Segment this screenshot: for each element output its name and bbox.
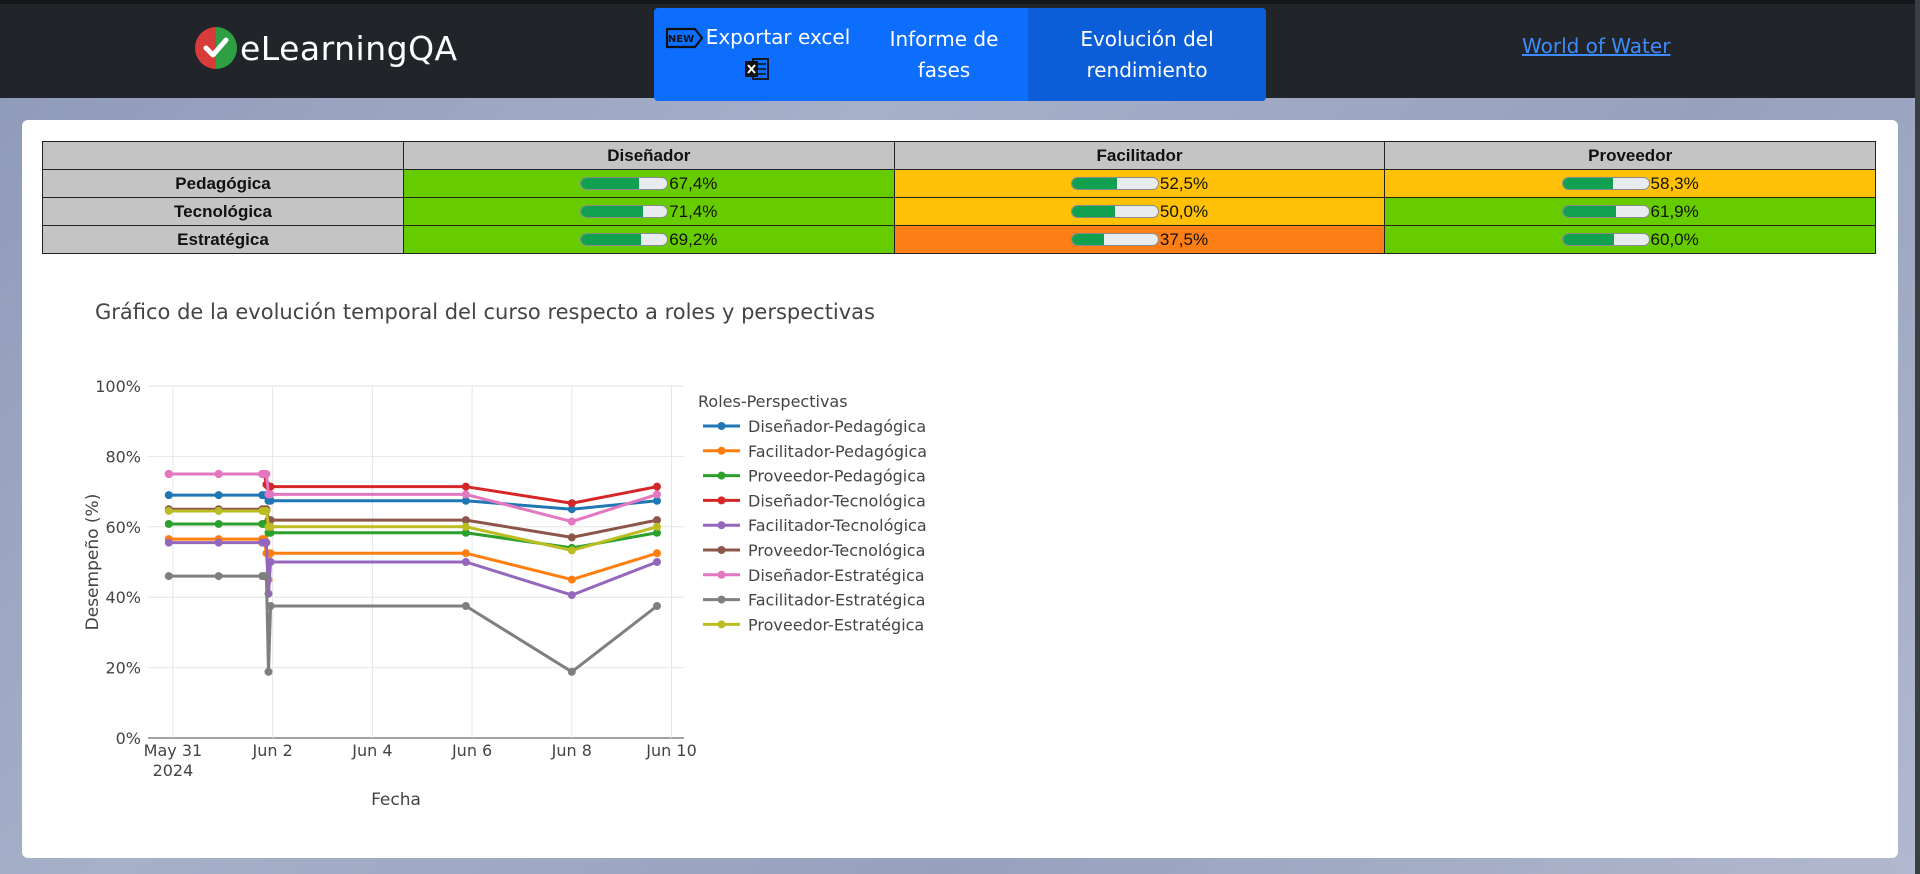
data-point (262, 470, 271, 478)
new-badge-icon: NEW (665, 27, 703, 48)
excel-file-icon (745, 58, 769, 80)
data-point (461, 558, 470, 566)
data-point (567, 667, 576, 676)
legend-item-label: Proveedor-Pedagógica (748, 467, 926, 486)
legend-swatch-marker (717, 496, 726, 505)
data-point (262, 538, 271, 547)
data-point (266, 490, 275, 499)
legend-item-label: Diseñador-Tecnológica (748, 491, 926, 510)
y-tick-label: 20% (105, 659, 141, 678)
data-point (214, 491, 223, 500)
series-line (168, 472, 658, 524)
data-point (264, 667, 273, 676)
y-axis-title: Desempeño (%) (83, 494, 103, 631)
data-point (461, 522, 470, 531)
legend-item-label: Proveedor-Estratégica (748, 615, 924, 634)
informe-fases-button[interactable]: Informe de fases (860, 8, 1028, 101)
data-point (214, 519, 223, 528)
legend-item-label: Facilitador-Pedagógica (748, 442, 927, 461)
chart-title: Gráfico de la evolución temporal del cur… (95, 300, 875, 324)
data-point (652, 558, 661, 566)
data-point (652, 602, 661, 610)
data-point (461, 482, 470, 491)
data-point (652, 490, 661, 499)
data-point (214, 470, 223, 478)
app-name: eLearningQA (240, 28, 458, 68)
x-tick-year-label: 2024 (153, 761, 194, 780)
series-line (168, 541, 658, 597)
y-tick-label: 80% (105, 447, 141, 466)
nav-button-group: NEW Exportar excel Informe de fases Evol… (654, 8, 1266, 101)
evolucion-label-2: rendimiento (1086, 57, 1208, 82)
data-point (652, 522, 661, 531)
x-tick-label: Jun 6 (451, 741, 492, 760)
x-tick-label: Jun 10 (645, 741, 696, 760)
legend-item-label: Diseñador-Estratégica (748, 566, 925, 585)
legend-swatch-marker (717, 620, 726, 629)
data-point (214, 572, 223, 581)
legend-item-label: Facilitador-Estratégica (748, 591, 925, 610)
new-badge-text: NEW (668, 34, 694, 45)
data-point (567, 575, 576, 584)
evolucion-rendimiento-button[interactable]: Evolución del rendimiento (1028, 8, 1266, 101)
data-point (164, 470, 173, 478)
x-tick-label: Jun 4 (351, 741, 392, 760)
data-point (262, 506, 271, 515)
data-point (567, 517, 576, 526)
data-point (652, 549, 661, 558)
evolution-line-chart: Gráfico de la evolución temporal del cur… (83, 300, 927, 810)
data-point (164, 538, 173, 547)
export-excel-label: Exportar excel (705, 25, 851, 49)
data-point (567, 546, 576, 555)
y-tick-label: 100% (95, 377, 141, 396)
legend-item-label: Diseñador-Pedagógica (748, 417, 926, 436)
world-of-water-link[interactable]: World of Water (1522, 34, 1670, 58)
data-point (461, 490, 470, 499)
data-point (567, 499, 576, 508)
data-point (461, 549, 470, 558)
logo[interactable]: eLearningQA (195, 24, 458, 72)
data-point (266, 522, 275, 531)
data-point (164, 491, 173, 500)
data-point (461, 602, 470, 610)
data-point (214, 538, 223, 547)
top-navbar: eLearningQA NEW Exportar excel Informe d… (0, 0, 1920, 101)
y-tick-label: 60% (105, 518, 141, 537)
data-point (652, 482, 661, 491)
data-point (164, 572, 173, 581)
content-panel: Diseñador Facilitador Proveedor Pedagógi… (22, 120, 1898, 858)
export-excel-button[interactable]: NEW Exportar excel (654, 8, 860, 101)
window-scrollbar[interactable] (1915, 0, 1920, 874)
x-tick-label: Jun 8 (551, 741, 592, 760)
series-line (168, 472, 658, 505)
x-axis-title: Fecha (371, 790, 421, 810)
data-point (567, 591, 576, 600)
legend-swatch-marker (717, 471, 726, 480)
legend-swatch-marker (717, 595, 726, 604)
evolucion-label-1: Evolución del (1080, 26, 1214, 51)
legend-title: Roles-Perspectivas (698, 392, 848, 411)
legend-swatch-marker (717, 546, 726, 554)
y-tick-label: 0% (116, 729, 141, 748)
data-point (262, 572, 271, 581)
informe-fases-label-1: Informe de (889, 26, 999, 51)
data-point (164, 506, 173, 515)
checkmark-logo-icon (195, 27, 237, 69)
data-point (266, 602, 275, 610)
data-point (164, 519, 173, 528)
legend-swatch-marker (717, 422, 726, 430)
legend-swatch-marker (717, 446, 726, 455)
legend-swatch-marker (717, 521, 726, 530)
data-point (567, 533, 576, 542)
data-point (214, 506, 223, 515)
x-tick-label: Jun 2 (252, 741, 293, 760)
informe-fases-label-2: fases (917, 57, 971, 82)
legend-swatch-marker (717, 570, 726, 579)
data-point (266, 558, 275, 566)
y-tick-label: 40% (105, 588, 141, 607)
x-tick-label: May 31 (144, 741, 203, 760)
legend-item-label: Proveedor-Tecnológica (748, 541, 925, 560)
legend-item-label: Facilitador-Tecnológica (748, 516, 927, 535)
